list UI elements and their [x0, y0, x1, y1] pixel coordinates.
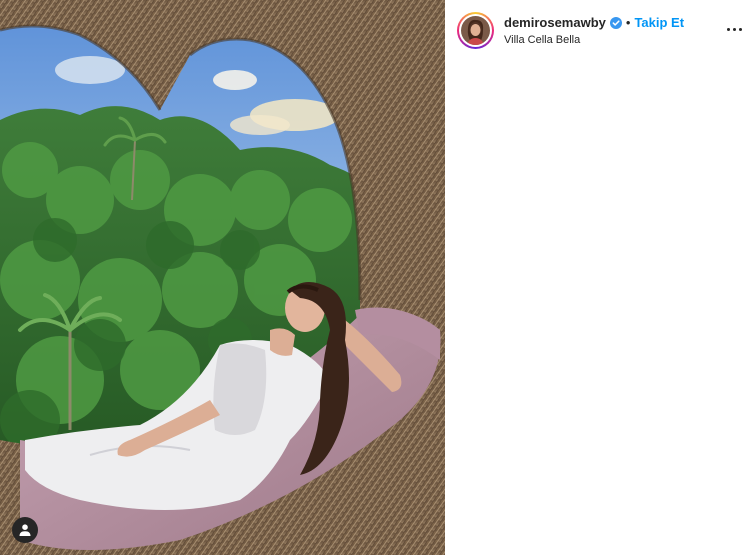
instagram-post: demirosemawby • Takip Et Villa Cella Bel… [0, 0, 754, 555]
avatar[interactable] [461, 16, 490, 45]
user-tag-icon [19, 524, 31, 536]
username-row: demirosemawby • Takip Et [504, 15, 684, 30]
avatar-border [459, 14, 492, 47]
post-side-panel: demirosemawby • Takip Et Villa Cella Bel… [445, 0, 754, 555]
avatar-image [461, 16, 490, 45]
user-tag-button[interactable] [12, 517, 38, 543]
location-link[interactable]: Villa Cella Bella [504, 34, 580, 46]
post-header: demirosemawby • Takip Et Villa Cella Bel… [445, 0, 754, 58]
more-options-icon-dot [732, 27, 736, 31]
post-photo[interactable] [0, 0, 445, 555]
story-ring[interactable] [457, 12, 494, 49]
username-link[interactable]: demirosemawby [504, 15, 606, 30]
more-options-button[interactable] [722, 18, 746, 40]
more-options-icon-dot [738, 27, 742, 31]
photo-illustration [0, 0, 445, 555]
verified-badge-icon [609, 16, 622, 29]
separator-dot: • [625, 15, 631, 30]
follow-button[interactable]: Takip Et [634, 15, 684, 30]
more-options-icon [726, 27, 730, 31]
